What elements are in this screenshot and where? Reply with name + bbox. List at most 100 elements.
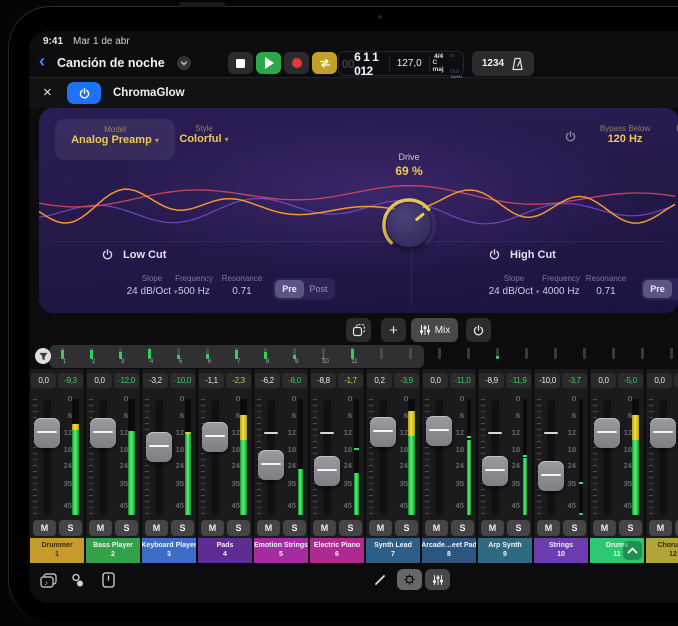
track-label[interactable]: Bass Player2 [86,538,140,563]
fader-handle[interactable] [258,450,284,480]
song-title[interactable]: Canción de noche [57,56,165,70]
fader-handle[interactable] [370,417,396,447]
fader-track[interactable] [43,399,51,515]
track-label[interactable]: Keyboard Player3 [142,538,196,563]
fader-handle[interactable] [594,418,620,448]
fader-track[interactable] [211,399,219,515]
track-label[interactable]: Electric Piano6 [310,538,364,563]
count-in-button[interactable]: 1234 [482,58,504,69]
play-button[interactable] [256,52,281,74]
filter-icon[interactable] [35,348,51,364]
song-menu-button[interactable] [177,56,191,70]
plugins-button[interactable] [67,570,89,590]
fader-handle[interactable] [202,422,228,452]
volume-readout[interactable]: 0,0 [647,373,672,388]
volume-readout[interactable]: 0,0 [423,373,448,388]
mute-button[interactable]: M [425,520,448,536]
solo-button[interactable]: S [115,520,138,536]
style-selector[interactable]: Style Colorful ▾ [159,124,249,145]
mute-button[interactable]: M [537,520,560,536]
mute-button[interactable]: M [369,520,392,536]
track-label[interactable]: Emotion Strings5 [254,538,308,563]
mute-button[interactable]: M [593,520,616,536]
fader-handle[interactable] [34,418,60,448]
solo-button[interactable]: S [507,520,530,536]
solo-button[interactable]: S [339,520,362,536]
post-segment[interactable]: Post [304,280,333,298]
mute-button[interactable]: M [89,520,112,536]
mute-button[interactable]: M [313,520,336,536]
volume-readout[interactable]: -10,0 [535,373,560,388]
model-selector[interactable]: Model Analog Preamp ▾ [55,119,175,160]
controls-view-button[interactable] [397,569,422,590]
track-label[interactable]: Chorus V12 [646,538,678,563]
mix-view-button[interactable]: Mix [411,318,458,342]
mute-button[interactable]: M [145,520,168,536]
level-control[interactable]: Level 0.0 [651,124,678,145]
style-value[interactable]: Colorful ▾ [159,133,249,145]
mute-button[interactable]: M [649,520,672,536]
fader-track[interactable] [547,399,555,515]
track-label[interactable]: Synth Lead7 [366,538,420,563]
track-label[interactable]: Drummer1 [30,538,84,563]
mute-button[interactable]: M [201,520,224,536]
collapse-chevron-button[interactable] [623,541,642,560]
cycle-button[interactable] [312,52,337,74]
plugin-power-button[interactable] [67,82,101,104]
fader-handle[interactable] [538,461,564,491]
volume-readout[interactable]: -8,9 [479,373,504,388]
volume-readout[interactable]: 0,0 [87,373,112,388]
lcd-display[interactable]: 00 6 1 1 012 127,0 4/4 C maj In Out MIDI [338,51,464,76]
track-label[interactable]: Pads4 [198,538,252,563]
low-cut-power-icon[interactable] [101,248,114,261]
volume-readout[interactable]: -8,8 [311,373,336,388]
pre-segment[interactable]: Pre [275,280,304,298]
track-label[interactable]: Drums11 [590,538,644,563]
volume-readout[interactable]: -3,2 [143,373,168,388]
fader-handle[interactable] [314,456,340,486]
metronome-icon[interactable] [511,57,524,71]
solo-button[interactable]: S [451,520,474,536]
mute-button[interactable]: M [257,520,280,536]
model-value[interactable]: Analog Preamp ▾ [55,134,175,146]
edit-pencil-icon[interactable] [369,570,391,590]
fader-track[interactable] [659,399,667,515]
pre-segment[interactable]: Pre [643,280,672,298]
fader-track[interactable] [99,399,107,515]
solo-button[interactable]: S [395,520,418,536]
mixer-power-button[interactable] [466,318,491,342]
solo-button[interactable]: S [283,520,306,536]
solo-button[interactable]: S [563,520,586,536]
fader-handle[interactable] [426,416,452,446]
track-label[interactable]: Strings10 [534,538,588,563]
copy-plugin-button[interactable] [346,318,371,342]
track-label[interactable]: Arp Synth9 [478,538,532,563]
solo-button[interactable]: S [227,520,250,536]
mixer-view-button[interactable] [425,569,450,590]
drive-knob[interactable] [380,196,438,254]
solo-button[interactable]: S [59,520,82,536]
fader-handle[interactable] [90,418,116,448]
volume-readout[interactable]: 0,2 [367,373,392,388]
track-label[interactable]: Arcade…eet Pad8 [422,538,476,563]
count-in-metronome-group[interactable]: 1234 [472,51,534,76]
mute-button[interactable]: M [33,520,56,536]
volume-readout[interactable]: 0,0 [31,373,56,388]
loop-browser-button[interactable]: ♪ [37,570,59,590]
record-button[interactable] [284,52,309,74]
solo-button[interactable]: S [171,520,194,536]
bypass-power-button[interactable] [564,130,577,148]
fader-handle[interactable] [482,456,508,486]
volume-readout[interactable]: -6,2 [255,373,280,388]
close-plugin-icon[interactable]: × [43,84,52,101]
post-segment[interactable]: Post [672,280,678,298]
play-surface-button[interactable] [97,570,119,590]
mute-button[interactable]: M [481,520,504,536]
high-cut-power-icon[interactable] [488,248,501,261]
fader-track[interactable] [603,399,611,515]
volume-readout[interactable]: -1,1 [199,373,224,388]
stop-button[interactable] [228,52,253,74]
volume-readout[interactable]: 0,0 [591,373,616,388]
solo-button[interactable]: S [619,520,642,536]
back-chevron-icon[interactable]: ‹ [39,51,45,72]
